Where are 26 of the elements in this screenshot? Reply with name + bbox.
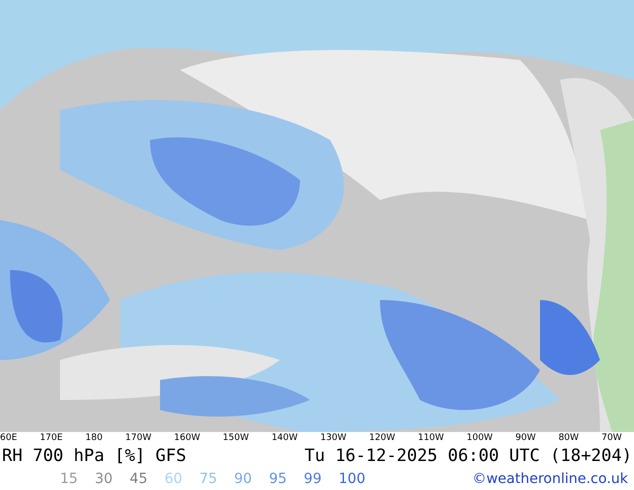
legend-value: 95: [268, 471, 287, 487]
legend-value: 60: [164, 471, 182, 487]
longitude-label: 150W: [222, 432, 249, 444]
longitude-label: 90W: [515, 432, 536, 444]
longitude-label: 130W: [320, 432, 346, 444]
longitude-label: 180: [85, 432, 103, 444]
legend-value: 100: [338, 471, 366, 487]
legend-value: 99: [304, 471, 322, 487]
longitude-label: 170W: [125, 432, 152, 444]
longitude-label: 120W: [369, 432, 396, 444]
legend-value: 45: [130, 471, 148, 487]
longitude-label: 160W: [174, 432, 200, 444]
chart-title: RH 700 hPa [%] GFS: [2, 446, 186, 466]
legend-value: 30: [94, 471, 113, 487]
legend-value: 15: [60, 471, 78, 487]
legend-value: 75: [199, 471, 218, 487]
longitude-label: 80W: [558, 432, 579, 444]
longitude-label: 170E: [40, 432, 63, 444]
copyright-text: ©weatheronline.co.uk: [472, 471, 628, 487]
longitude-label: 60E: [0, 432, 18, 444]
longitude-label: 140W: [272, 432, 298, 444]
longitude-label: 110W: [418, 432, 444, 444]
longitude-label: 100W: [466, 432, 493, 444]
valid-time: Tu 16-12-2025 06:00 UTC (18+204): [304, 446, 632, 466]
longitude-label: 70W: [601, 432, 622, 444]
legend-value: 90: [234, 471, 252, 487]
